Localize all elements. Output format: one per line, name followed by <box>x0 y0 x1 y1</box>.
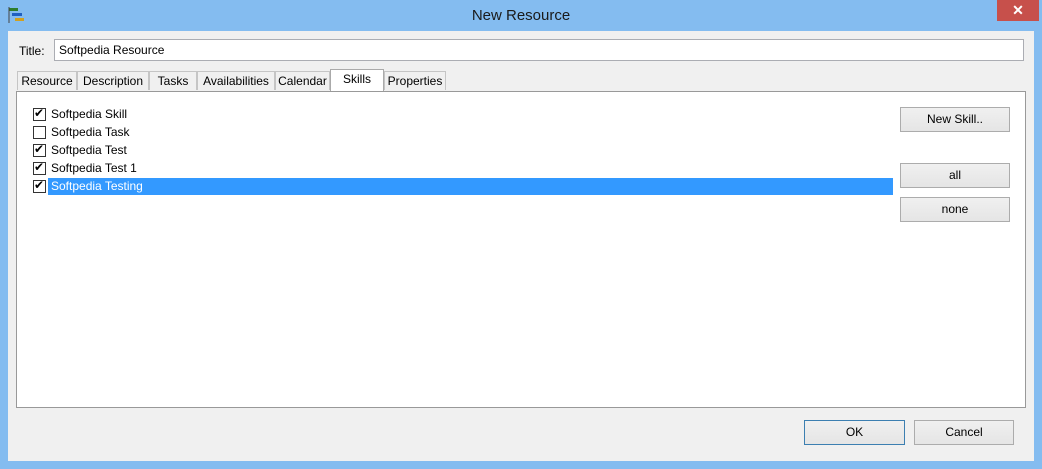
skill-label: Softpedia Skill <box>51 107 128 121</box>
skill-label: Softpedia Test 1 <box>51 161 137 175</box>
select-none-button[interactable]: none <box>900 197 1010 222</box>
skill-checkbox[interactable]: ✔ <box>33 142 46 157</box>
title-bar[interactable]: New Resource ✕ <box>0 0 1042 31</box>
skill-item[interactable]: Softpedia Task <box>33 124 893 141</box>
tab-calendar[interactable]: Calendar <box>275 71 330 90</box>
tab-properties[interactable]: Properties <box>384 71 446 90</box>
skill-label: Softpedia Testing <box>48 178 893 195</box>
skill-item[interactable]: ✔ Softpedia Skill <box>33 106 893 123</box>
tab-description[interactable]: Description <box>77 71 149 90</box>
cancel-button[interactable]: Cancel <box>914 420 1014 445</box>
title-label: Title: <box>19 44 45 58</box>
skill-checkbox[interactable]: ✔ <box>33 178 46 193</box>
new-skill-button[interactable]: New Skill.. <box>900 107 1010 132</box>
tab-availabilities[interactable]: Availabilities <box>197 71 275 90</box>
tab-tasks[interactable]: Tasks <box>149 71 197 90</box>
skill-checkbox[interactable]: ✔ <box>33 160 46 175</box>
skills-panel: ✔ Softpedia Skill Softpedia Task ✔ Softp… <box>16 91 1026 408</box>
skill-checkbox[interactable] <box>33 126 46 139</box>
dialog-window: New Resource ✕ Title: Resource Descripti… <box>0 0 1042 469</box>
ok-button[interactable]: OK <box>804 420 905 445</box>
skill-checkbox[interactable]: ✔ <box>33 106 46 121</box>
close-button[interactable]: ✕ <box>997 0 1039 21</box>
tab-resource[interactable]: Resource <box>17 71 77 90</box>
check-mark-icon: ✔ <box>34 178 45 192</box>
skill-item-selected[interactable]: ✔ Softpedia Testing <box>33 178 893 195</box>
tab-skills[interactable]: Skills <box>330 69 384 91</box>
window-title: New Resource <box>471 7 571 24</box>
title-input[interactable] <box>54 39 1024 61</box>
check-mark-icon: ✔ <box>34 106 45 120</box>
skill-label: Softpedia Task <box>51 125 130 139</box>
skill-item[interactable]: ✔ Softpedia Test <box>33 142 893 159</box>
select-all-button[interactable]: all <box>900 163 1010 188</box>
skill-item[interactable]: ✔ Softpedia Test 1 <box>33 160 893 177</box>
check-mark-icon: ✔ <box>34 160 45 174</box>
check-mark-icon: ✔ <box>34 142 45 156</box>
dialog-body: Title: Resource Description Tasks Availa… <box>8 31 1034 461</box>
skill-label: Softpedia Test <box>51 143 127 157</box>
